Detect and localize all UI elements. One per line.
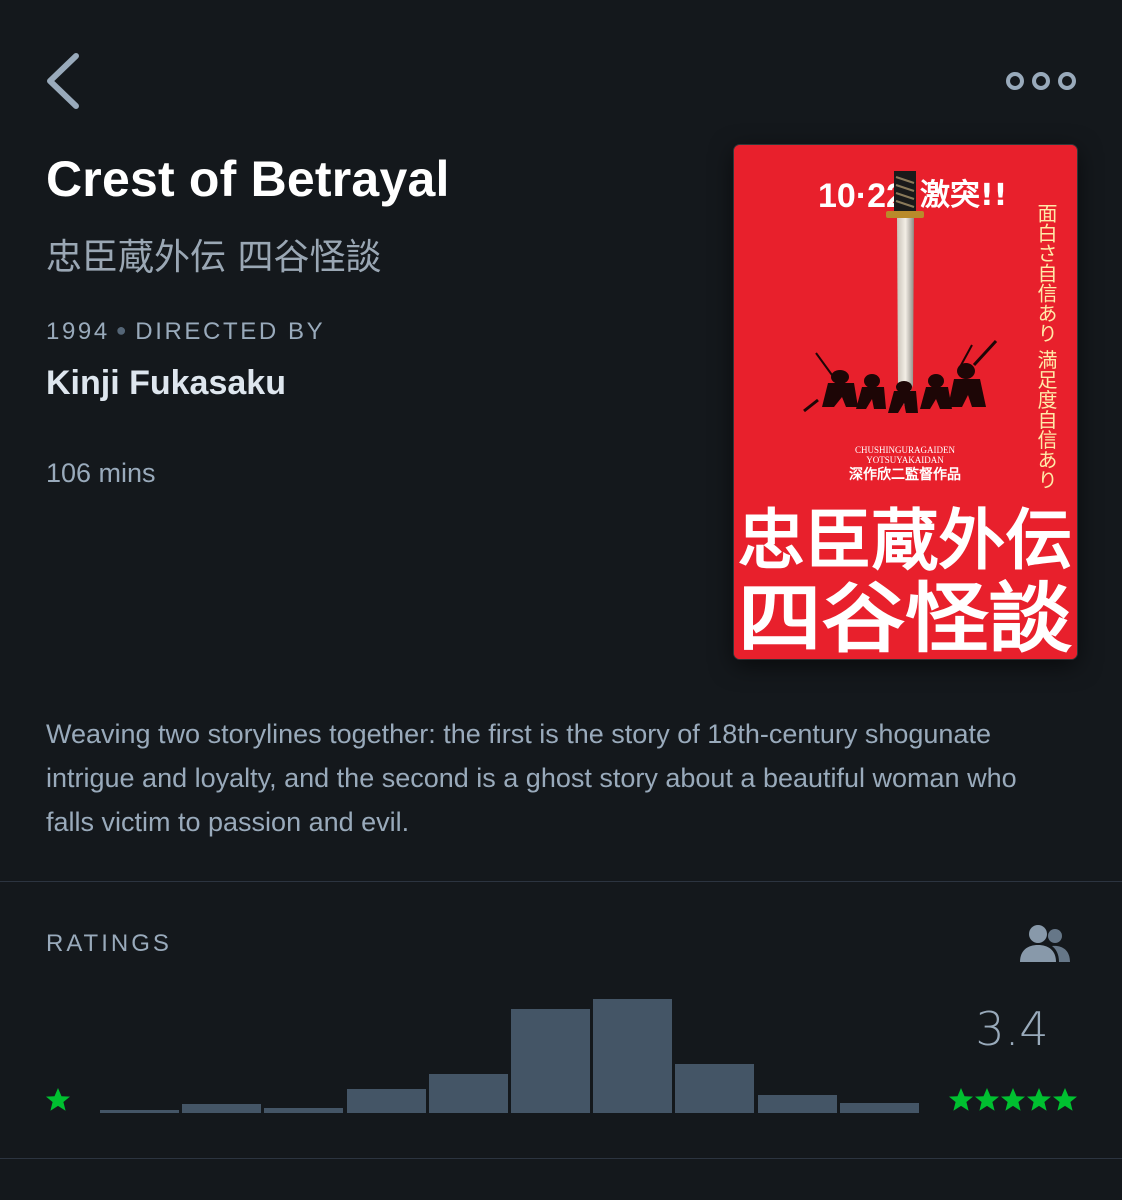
meta-separator: ●: [115, 320, 130, 340]
sword-blade: [897, 218, 914, 407]
poster-artwork: 10·22 激突!! 面白さ自信あり 満足度自信あり CHUSHINGURAGA…: [734, 145, 1077, 659]
directed-by-label: DIRECTED BY: [135, 318, 326, 345]
histogram-bar[interactable]: [264, 1108, 343, 1113]
section-divider: [0, 881, 1122, 882]
poster-title-line2: 四谷怪談: [738, 574, 1072, 659]
poster-title-line1: 忠臣蔵外伝: [738, 502, 1072, 579]
histogram-bar[interactable]: [182, 1104, 261, 1113]
star-icon: [46, 1088, 70, 1111]
histogram-bar[interactable]: [429, 1074, 508, 1113]
poster-tagline: 激突!!: [920, 178, 1007, 213]
average-rating[interactable]: 3.4: [962, 1002, 1062, 1056]
release-year[interactable]: 1994: [46, 318, 110, 345]
histogram-bar[interactable]: [593, 999, 672, 1113]
synopsis: Weaving two storylines together: the fir…: [46, 719, 1017, 837]
histogram-bar[interactable]: [758, 1095, 837, 1113]
friends-icon: [1020, 925, 1070, 962]
ratings-histogram: [100, 990, 922, 1113]
back-button[interactable]: [40, 50, 88, 112]
film-poster[interactable]: 10·22 激突!! 面白さ自信あり 満足度自信あり CHUSHINGURAGA…: [734, 145, 1077, 659]
section-divider-bottom: [0, 1158, 1122, 1159]
poster-credit: 深作欣二監督作品: [849, 466, 961, 483]
poster-romaji-line1: CHUSHINGURAGAIDEN: [855, 445, 955, 455]
film-meta: 1994 ● DIRECTED BY: [46, 318, 325, 346]
more-horizontal-icon: [1006, 72, 1076, 90]
film-title: Crest of Betrayal: [46, 151, 450, 207]
five-stars-icon: [949, 1088, 1077, 1111]
original-title: 忠臣蔵外伝 四谷怪談: [46, 237, 382, 278]
chevron-left-icon: [47, 53, 79, 109]
histogram-bar[interactable]: [347, 1089, 426, 1113]
director-link[interactable]: Kinji Fukasaku: [46, 364, 286, 403]
sword-guard: [886, 211, 924, 218]
histogram-bar[interactable]: [675, 1064, 754, 1113]
poster-vertical-text: 面白さ自信あり 満足度自信あり: [1034, 203, 1058, 489]
histogram-bar[interactable]: [511, 1009, 590, 1113]
runtime: 106 mins: [46, 458, 156, 488]
poster-romaji-line2: YOTSUYAKAIDAN: [866, 455, 944, 465]
histogram-bar[interactable]: [840, 1103, 919, 1113]
poster-release-date: 10·22: [818, 177, 905, 215]
friends-ratings-button[interactable]: [1016, 922, 1074, 966]
histogram-bar[interactable]: [100, 1110, 179, 1113]
more-options-button[interactable]: [1002, 66, 1082, 96]
ratings-heading[interactable]: RATINGS: [46, 930, 172, 958]
